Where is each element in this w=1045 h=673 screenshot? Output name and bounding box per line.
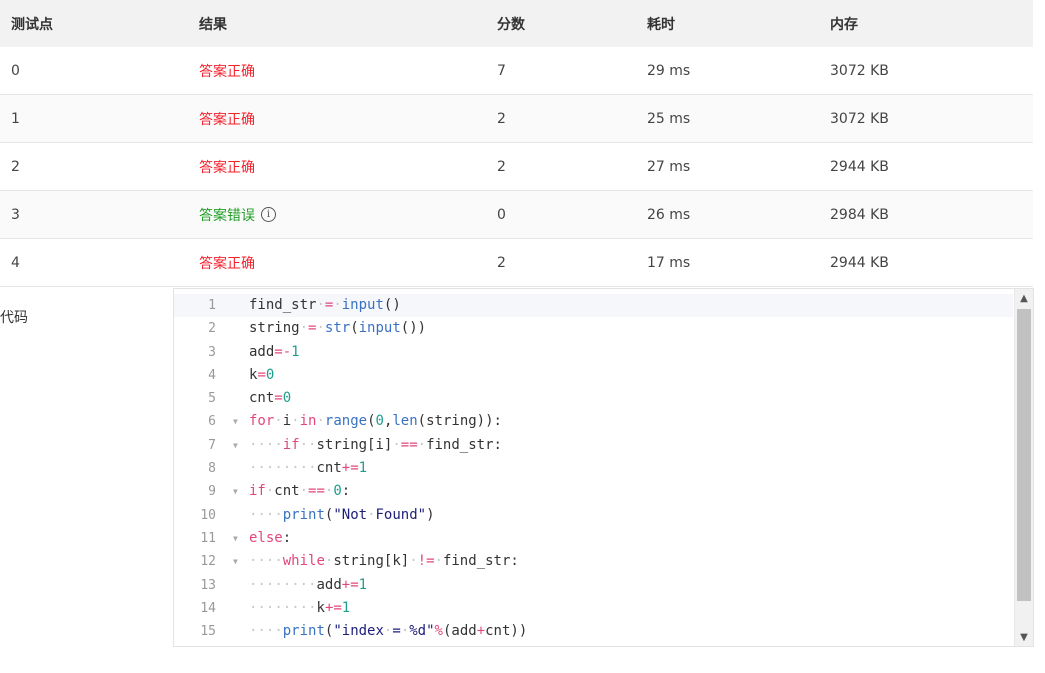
code-line[interactable]: 1 find_str·=·input() xyxy=(174,294,1013,318)
memory: 2944 KB xyxy=(830,158,889,175)
time: 25 ms xyxy=(647,110,691,127)
table-row: 4 答案正确 2 17 ms 2944 KB xyxy=(0,239,1033,287)
code-text: ····print("Not·Found") xyxy=(249,506,435,523)
code-line[interactable]: 8 ········cnt+=1 xyxy=(174,457,1013,480)
header-score: 分数 xyxy=(497,16,525,33)
code-text: cnt=0 xyxy=(249,390,292,407)
scroll-down-icon[interactable]: ▼ xyxy=(1015,628,1033,646)
time: 27 ms xyxy=(647,158,691,175)
fold-arrow-icon[interactable]: ▼ xyxy=(233,410,238,433)
line-number: 2 xyxy=(208,321,216,337)
result-text: 答案错误 xyxy=(199,207,255,224)
table-header: 测试点 结果 分数 耗时 内存 xyxy=(0,0,1033,47)
memory: 3072 KB xyxy=(830,62,889,79)
code-editor[interactable]: 1 find_str·=·input() 2 string·=·str(input()… xyxy=(173,288,1034,647)
code-text: if·cnt·==·0: xyxy=(249,483,351,500)
time: 17 ms xyxy=(647,254,691,271)
code-text: add=-1 xyxy=(249,343,300,360)
line-number: 6 xyxy=(208,414,216,430)
code-text: ····while·string[k]·!=·find_str: xyxy=(249,553,519,570)
line-number: 12 xyxy=(200,554,216,570)
line-number: 5 xyxy=(208,391,216,407)
table-row: 3 答案错误 i 0 26 ms 2984 KB xyxy=(0,191,1033,239)
line-number: 3 xyxy=(208,344,216,360)
code-line[interactable]: 5 cnt=0 xyxy=(174,387,1013,410)
result-status: 答案正确 xyxy=(199,255,255,272)
code-line[interactable]: 3 add=-1 xyxy=(174,341,1013,364)
line-number: 4 xyxy=(208,367,216,383)
code-text: ····if··string[i]·==·find_str: xyxy=(249,436,502,453)
line-number: 8 xyxy=(208,461,216,477)
result-status: 答案错误 i xyxy=(199,191,276,238)
line-number: 15 xyxy=(200,624,216,640)
test-point-id: 0 xyxy=(11,62,20,79)
code-line[interactable]: 9 ▼ if·cnt·==·0: xyxy=(174,480,1013,503)
fold-arrow-icon[interactable]: ▼ xyxy=(233,434,238,457)
info-icon[interactable]: i xyxy=(261,207,276,222)
code-line[interactable]: 13 ········add+=1 xyxy=(174,574,1013,597)
header-result: 结果 xyxy=(199,16,227,33)
code-lines[interactable]: 1 find_str·=·input() 2 string·=·str(input()… xyxy=(174,294,1013,643)
line-number: 11 xyxy=(200,530,216,546)
result-status: 答案正确 xyxy=(199,111,255,128)
line-number: 1 xyxy=(208,298,216,313)
code-line[interactable]: 2 string·=·str(input()) xyxy=(174,317,1013,340)
line-number: 13 xyxy=(200,577,216,593)
code-line[interactable]: 6 ▼ for·i·in·range(0,len(string)): xyxy=(174,410,1013,433)
code-text: find_str·=·input() xyxy=(249,297,401,313)
line-number: 14 xyxy=(200,600,216,616)
score: 2 xyxy=(497,110,506,127)
code-line[interactable]: 10 ····print("Not·Found") xyxy=(174,504,1013,527)
test-point-id: 1 xyxy=(11,110,20,127)
score: 0 xyxy=(497,206,506,223)
memory: 2944 KB xyxy=(830,254,889,271)
memory: 3072 KB xyxy=(830,110,889,127)
scroll-up-icon[interactable]: ▲ xyxy=(1015,289,1033,307)
fold-arrow-icon[interactable]: ▼ xyxy=(233,480,238,503)
results-table: 测试点 结果 分数 耗时 内存 0 答案正确 7 29 ms 3072 KB 1… xyxy=(0,0,1033,287)
test-point-id: 2 xyxy=(11,158,20,175)
code-text: ········cnt+=1 xyxy=(249,460,368,477)
table-row: 2 答案正确 2 27 ms 2944 KB xyxy=(0,143,1033,191)
score: 2 xyxy=(497,254,506,271)
header-memory: 内存 xyxy=(830,16,858,33)
code-text: ····print("index·=·%d"%(add+cnt)) xyxy=(249,623,528,640)
code-text: string·=·str(input()) xyxy=(249,320,427,337)
test-point-id: 4 xyxy=(11,254,20,271)
line-number: 9 xyxy=(208,484,216,500)
scrollbar-thumb[interactable] xyxy=(1017,309,1031,601)
memory: 2984 KB xyxy=(830,206,889,223)
code-text: ········add+=1 xyxy=(249,576,368,593)
code-line[interactable]: 15 ····print("index·=·%d"%(add+cnt)) xyxy=(174,620,1013,643)
code-line[interactable]: 7 ▼ ····if··string[i]·==·find_str: xyxy=(174,434,1013,457)
code-label: 代码 xyxy=(0,310,28,326)
code-line[interactable]: 12 ▼ ····while·string[k]·!=·find_str: xyxy=(174,550,1013,573)
vertical-scrollbar[interactable]: ▲ ▼ xyxy=(1014,289,1033,646)
time: 29 ms xyxy=(647,62,691,79)
code-text: k=0 xyxy=(249,366,275,383)
score: 2 xyxy=(497,158,506,175)
code-line[interactable]: 11 ▼ else: xyxy=(174,527,1013,550)
code-text: ········k+=1 xyxy=(249,599,351,616)
code-text: for·i·in·range(0,len(string)): xyxy=(249,413,502,430)
fold-arrow-icon[interactable]: ▼ xyxy=(233,527,238,550)
test-point-id: 3 xyxy=(11,206,20,223)
code-line[interactable]: 4 k=0 xyxy=(174,364,1013,387)
fold-arrow-icon[interactable]: ▼ xyxy=(233,550,238,573)
table-row: 0 答案正确 7 29 ms 3072 KB xyxy=(0,47,1033,95)
result-status: 答案正确 xyxy=(199,159,255,176)
line-number: 7 xyxy=(208,437,216,453)
score: 7 xyxy=(497,62,506,79)
header-time: 耗时 xyxy=(647,16,675,33)
result-status: 答案正确 xyxy=(199,63,255,80)
time: 26 ms xyxy=(647,206,691,223)
line-number: 10 xyxy=(200,507,216,523)
header-test-point: 测试点 xyxy=(11,16,53,33)
code-line[interactable]: 14 ········k+=1 xyxy=(174,597,1013,620)
code-text: else: xyxy=(249,529,292,546)
table-row: 1 答案正确 2 25 ms 3072 KB xyxy=(0,95,1033,143)
